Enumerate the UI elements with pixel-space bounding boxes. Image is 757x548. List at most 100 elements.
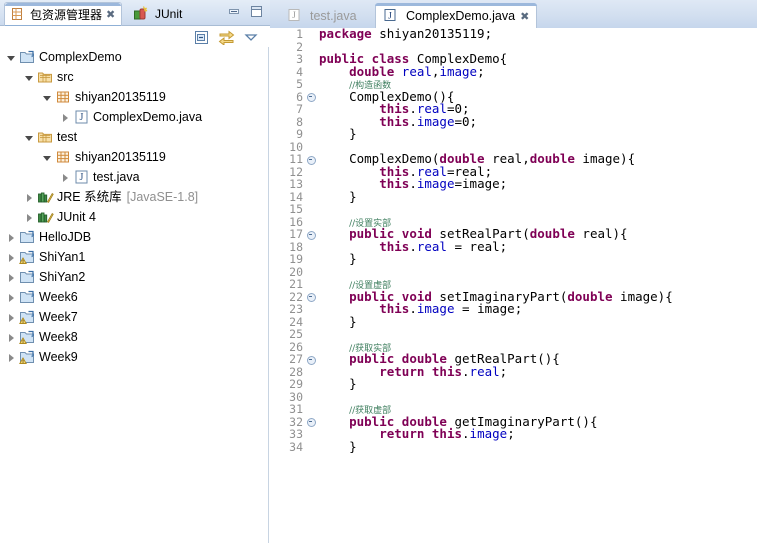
left-view-tabbar: 包资源管理器 ✖ JUnit bbox=[0, 0, 270, 26]
code-line[interactable]: } bbox=[319, 315, 757, 329]
code-token-fld: image bbox=[416, 301, 455, 316]
code-line[interactable]: } bbox=[319, 127, 757, 141]
code-line[interactable]: this.image=0; bbox=[319, 115, 757, 129]
code-line[interactable]: package shiyan20135119; bbox=[319, 28, 757, 41]
tree-item-label: Week6 bbox=[39, 290, 78, 304]
code-line[interactable]: double real,image; bbox=[319, 63, 757, 79]
tree-item-week9[interactable]: Week9 bbox=[0, 347, 268, 367]
tab-junit[interactable]: JUnit bbox=[128, 2, 188, 25]
code-token-ths: this bbox=[431, 426, 463, 441]
tree-expand-arrow-closed[interactable] bbox=[24, 212, 35, 223]
fold-marker-column[interactable] bbox=[306, 28, 317, 548]
tree-expand-arrow-open[interactable] bbox=[6, 52, 17, 63]
tree-item-shiyan20135119[interactable]: shiyan20135119 bbox=[0, 87, 268, 107]
code-line[interactable]: } bbox=[319, 252, 757, 266]
link-with-editor-icon[interactable] bbox=[218, 29, 235, 45]
tree-expand-arrow-closed[interactable] bbox=[60, 172, 71, 183]
editor-tab-complexdemo-java[interactable]: J ComplexDemo.java ✖ bbox=[375, 3, 538, 29]
tree-expand-arrow-closed[interactable] bbox=[6, 252, 17, 263]
source-code-text[interactable]: package shiyan20135119; public class Com… bbox=[319, 28, 757, 548]
tree-item-complexdemo[interactable]: ComplexDemo bbox=[0, 47, 268, 67]
tree-item-shiyan1[interactable]: ShiYan1 bbox=[0, 247, 268, 267]
tree-expand-arrow-closed[interactable] bbox=[6, 292, 17, 303]
code-token-fld: real bbox=[469, 363, 500, 379]
line-number: 25 bbox=[289, 327, 303, 341]
tree-expand-arrow-open[interactable] bbox=[24, 132, 35, 143]
tree-item-jre[interactable]: JRE 系统库 [JavaSE-1.8] bbox=[0, 187, 268, 207]
svg-text:J: J bbox=[292, 10, 296, 20]
tree-expand-arrow-open[interactable] bbox=[24, 72, 35, 83]
project-tree[interactable]: ComplexDemo src shiyan20135119 J ComplexDemo… bbox=[0, 47, 269, 543]
tree-expand-arrow-open[interactable] bbox=[42, 152, 53, 163]
tree-item-week7[interactable]: Week7 bbox=[0, 307, 268, 327]
tab-package-explorer[interactable]: 包资源管理器 ✖ bbox=[4, 2, 123, 26]
close-icon[interactable]: ✖ bbox=[520, 10, 529, 23]
tree-item-week6[interactable]: Week6 bbox=[0, 287, 268, 307]
editor-tab-test-java[interactable]: J test.java bbox=[280, 4, 364, 28]
tree-expand-arrow-closed[interactable] bbox=[60, 112, 71, 123]
code-line[interactable] bbox=[319, 391, 757, 404]
code-line[interactable]: this.real = real; bbox=[319, 238, 757, 254]
code-token-pl: = real; bbox=[446, 238, 508, 254]
tree-item-junit-4[interactable]: JUnit 4 bbox=[0, 207, 268, 227]
tree-expand-arrow-closed[interactable] bbox=[6, 332, 17, 343]
tree-expand-arrow-open[interactable] bbox=[42, 92, 53, 103]
tree-expand-arrow-closed[interactable] bbox=[6, 312, 17, 323]
code-line[interactable]: this.image = image; bbox=[319, 301, 757, 316]
collapse-all-icon[interactable] bbox=[194, 30, 209, 45]
tree-item-label: test.java bbox=[93, 170, 140, 184]
tree-item-sublabel: [JavaSE-1.8] bbox=[126, 190, 199, 204]
fold-collapse-icon[interactable] bbox=[306, 91, 317, 104]
tree-item-src[interactable]: src bbox=[0, 67, 268, 87]
fold-collapse-icon[interactable] bbox=[306, 416, 317, 429]
code-token-kw: package bbox=[319, 28, 372, 41]
code-line[interactable]: } bbox=[319, 190, 757, 204]
code-editor[interactable]: 1 2 3 4 5 6 7 8 9 10 11 12 13 14 15 16 17 18 19 20 21 22 23 24 2… bbox=[270, 28, 757, 548]
fold-collapse-icon[interactable] bbox=[306, 153, 317, 166]
tree-expand-arrow-closed[interactable] bbox=[6, 352, 17, 363]
fold-collapse-icon[interactable] bbox=[306, 353, 317, 366]
minimize-button[interactable] bbox=[228, 5, 243, 18]
tree-expand-arrow-closed[interactable] bbox=[6, 272, 17, 283]
close-icon[interactable]: ✖ bbox=[106, 8, 115, 21]
java-project-icon bbox=[19, 269, 36, 285]
fold-collapse-icon[interactable] bbox=[306, 291, 317, 304]
code-line[interactable] bbox=[319, 203, 757, 216]
code-line[interactable]: } bbox=[319, 377, 757, 391]
maximize-button[interactable] bbox=[250, 5, 264, 18]
tree-item-test-java[interactable]: Jtest.java bbox=[0, 167, 268, 187]
code-line[interactable]: return this.real; bbox=[319, 363, 757, 379]
code-token-fld: real bbox=[401, 63, 432, 79]
code-line[interactable]: } bbox=[319, 440, 757, 454]
tree-item-label: JRE 系统库 bbox=[57, 190, 122, 204]
code-line[interactable] bbox=[319, 266, 757, 279]
java-project-warning-icon bbox=[19, 309, 36, 325]
line-number-gutter: 1 2 3 4 5 6 7 8 9 10 11 12 13 14 15 16 17 18 19 20 21 22 23 24 2… bbox=[270, 28, 307, 548]
tree-item-hellojdb[interactable]: HelloJDB bbox=[0, 227, 268, 247]
tree-item-test[interactable]: test bbox=[0, 127, 268, 147]
tree-item-shiyan20135119[interactable]: shiyan20135119 bbox=[0, 147, 268, 167]
line-number: 34 bbox=[289, 439, 303, 454]
tree-item-complexdemo-java[interactable]: J ComplexDemo.java bbox=[0, 107, 268, 127]
code-token-fld: image bbox=[469, 426, 508, 441]
tree-item-week8[interactable]: Week8 bbox=[0, 327, 268, 347]
tree-expand-arrow-closed[interactable] bbox=[6, 232, 17, 243]
code-line[interactable]: return this.image; bbox=[319, 426, 757, 441]
code-token-pl: . bbox=[409, 301, 417, 316]
svg-text:J: J bbox=[388, 12, 392, 22]
code-line[interactable] bbox=[319, 328, 757, 341]
chevron-down-icon[interactable] bbox=[244, 31, 258, 43]
fold-collapse-icon[interactable] bbox=[306, 228, 317, 241]
code-line[interactable]: this.image=image; bbox=[319, 177, 757, 191]
tree-item-shiyan2[interactable]: ShiYan2 bbox=[0, 267, 268, 287]
tree-expand-arrow-closed[interactable] bbox=[24, 192, 35, 203]
